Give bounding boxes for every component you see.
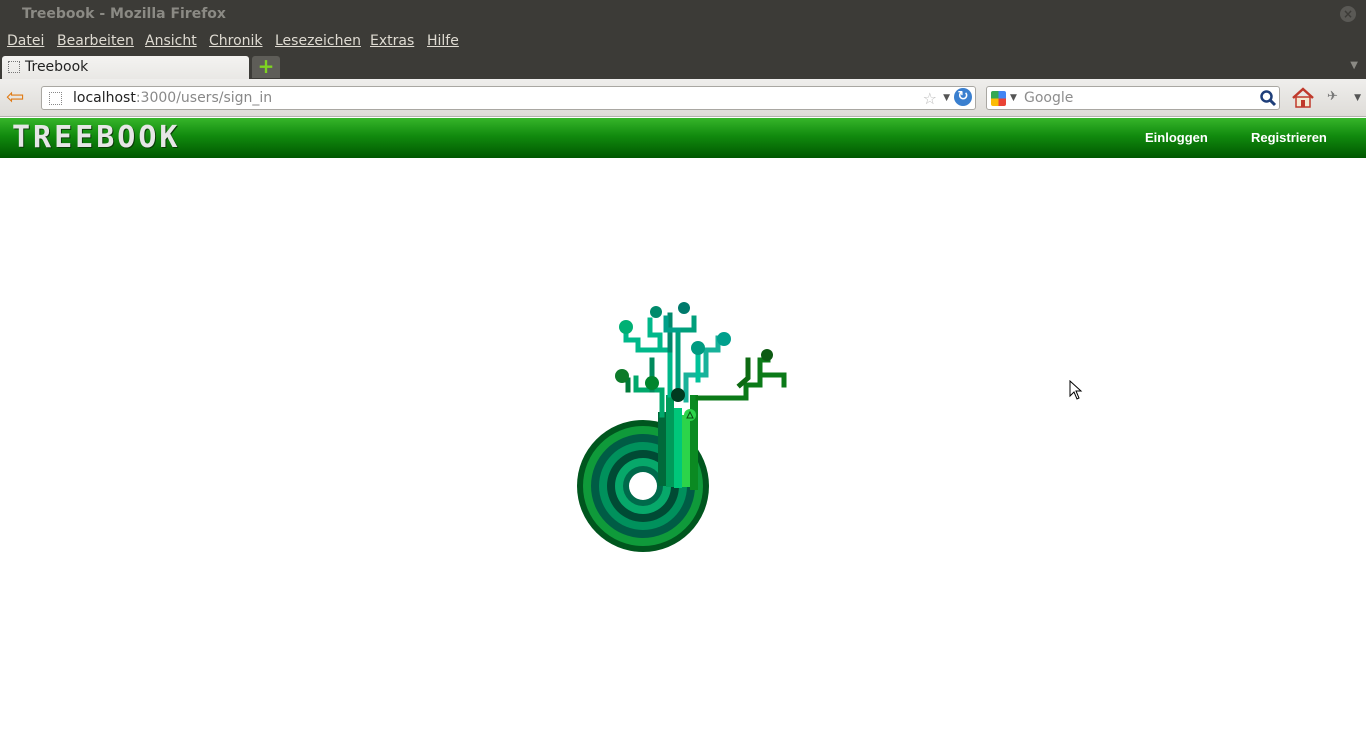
window-titlebar: Treebook - Mozilla Firefox × — [0, 0, 1366, 30]
url-text[interactable]: localhost:3000/users/sign_in — [73, 90, 272, 106]
menu-chronik[interactable]: Chronik — [209, 33, 263, 49]
bookmark-star-icon[interactable]: ☆ — [923, 89, 937, 108]
new-tab-button[interactable]: + — [252, 56, 280, 78]
url-path: :3000/users/sign_in — [135, 90, 273, 106]
window-title: Treebook - Mozilla Firefox — [22, 6, 226, 22]
url-history-dropdown-icon[interactable]: ▼ — [943, 93, 950, 103]
search-engine-dropdown-icon[interactable]: ▼ — [1010, 93, 1017, 103]
reload-icon[interactable]: ↻ — [954, 88, 972, 106]
treebook-tree-logo — [577, 302, 787, 552]
login-link[interactable]: Einloggen — [1145, 130, 1208, 145]
home-icon[interactable] — [1291, 86, 1315, 110]
url-bar[interactable]: localhost:3000/users/sign_in ☆ ▼ ↻ — [41, 86, 976, 110]
menu-extras[interactable]: Extras — [370, 33, 414, 49]
site-identity-icon[interactable] — [49, 92, 62, 105]
tab-label: Treebook — [25, 59, 89, 75]
app-header: TREEBOOK Einloggen Registrieren — [0, 118, 1366, 158]
google-engine-icon[interactable] — [991, 91, 1006, 106]
menu-bar: Datei Bearbeiten Ansicht Chronik Lesezei… — [0, 30, 1366, 54]
tab-list-icon[interactable]: ▼ — [1350, 60, 1358, 71]
close-window-button[interactable]: × — [1340, 6, 1356, 22]
toolbar-overflow-icon[interactable]: ▼ — [1354, 93, 1361, 103]
tab-treebook[interactable]: Treebook — [2, 56, 249, 79]
page-icon — [8, 61, 20, 73]
menu-lesezeichen[interactable]: Lesezeichen — [275, 33, 361, 49]
menu-hilfe[interactable]: Hilfe — [427, 33, 459, 49]
menu-bearbeiten[interactable]: Bearbeiten — [57, 33, 134, 49]
addon-icon[interactable]: ✈ — [1327, 89, 1338, 104]
register-link[interactable]: Registrieren — [1251, 130, 1327, 145]
menu-datei[interactable]: Datei — [7, 33, 44, 49]
treebook-brand-logo[interactable]: TREEBOOK — [12, 123, 181, 153]
back-arrow-icon[interactable]: ⇦ — [6, 87, 24, 109]
url-host: localhost — [73, 90, 136, 106]
search-bar[interactable]: ▼ Google — [986, 86, 1280, 110]
search-input[interactable]: Google — [1024, 90, 1073, 106]
search-magnifier-icon[interactable] — [1259, 89, 1277, 107]
mouse-pointer-icon — [1069, 380, 1083, 400]
tab-bar: Treebook + ▼ — [0, 54, 1366, 79]
navigation-toolbar: ⇦ localhost:3000/users/sign_in ☆ ▼ ↻ ▼ G… — [0, 79, 1366, 117]
menu-ansicht[interactable]: Ansicht — [145, 33, 197, 49]
